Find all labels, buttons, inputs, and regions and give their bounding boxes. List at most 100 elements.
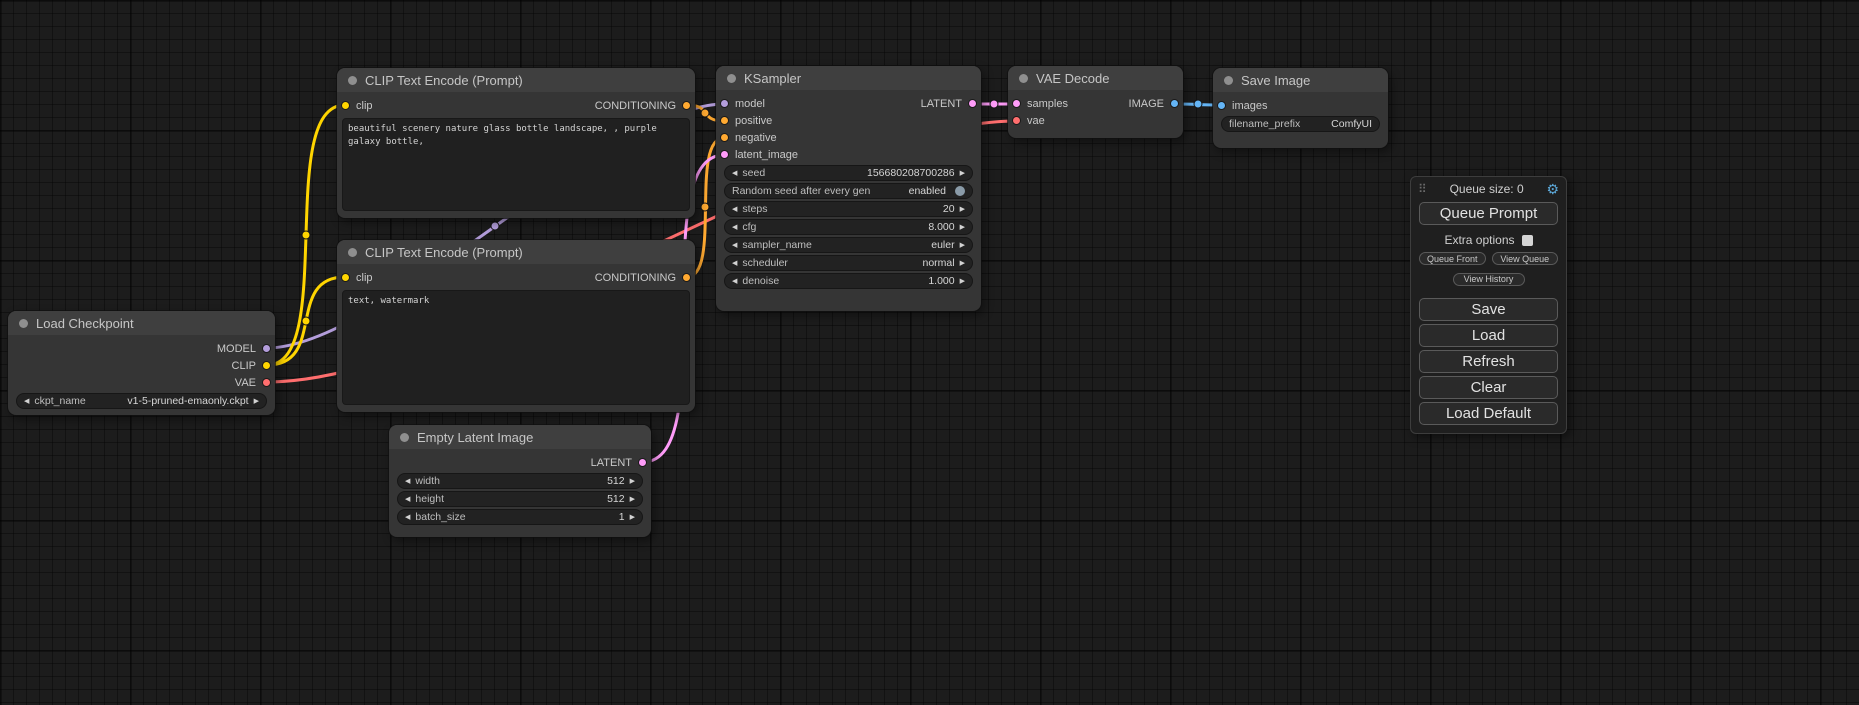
- collapse-dot-icon[interactable]: [1019, 74, 1028, 83]
- input-slot-clip[interactable]: [341, 273, 350, 282]
- extra-options-row: Extra options: [1411, 233, 1566, 247]
- output-slot-vae[interactable]: [262, 378, 271, 387]
- decrement-arrow-icon[interactable]: ◀: [732, 224, 737, 231]
- steps-widget[interactable]: ◀ steps 20 ▶: [724, 201, 973, 217]
- increment-arrow-icon[interactable]: ▶: [960, 206, 965, 213]
- node-title-bar[interactable]: VAE Decode: [1008, 66, 1183, 90]
- prompt-textarea[interactable]: text, watermark: [342, 290, 690, 405]
- slot-row-positive: positive: [716, 112, 981, 129]
- collapse-dot-icon[interactable]: [348, 248, 357, 257]
- node-title: Load Checkpoint: [36, 316, 134, 331]
- widget-label: batch_size: [415, 511, 465, 523]
- scheduler-widget[interactable]: ◀ scheduler normal ▶: [724, 255, 973, 271]
- collapse-dot-icon[interactable]: [727, 74, 736, 83]
- drag-handle-icon[interactable]: ⠿: [1418, 182, 1427, 196]
- toggle-dot-icon[interactable]: [955, 186, 965, 196]
- decrement-arrow-icon[interactable]: ◀: [732, 242, 737, 249]
- input-slot-vae[interactable]: [1012, 116, 1021, 125]
- node-save-image[interactable]: Save Image images filename_prefix ComfyU…: [1213, 68, 1388, 148]
- load-button[interactable]: Load: [1419, 324, 1558, 347]
- clear-button[interactable]: Clear: [1419, 376, 1558, 399]
- collapse-dot-icon[interactable]: [348, 76, 357, 85]
- decrement-arrow-icon[interactable]: ◀: [732, 170, 737, 177]
- cfg-widget[interactable]: ◀ cfg 8.000 ▶: [724, 219, 973, 235]
- input-slot-positive[interactable]: [720, 116, 729, 125]
- increment-arrow-icon[interactable]: ▶: [630, 496, 635, 503]
- decrement-arrow-icon[interactable]: ◀: [405, 496, 410, 503]
- increment-arrow-icon[interactable]: ▶: [960, 242, 965, 249]
- view-history-button[interactable]: View History: [1453, 273, 1525, 286]
- output-slot-latent[interactable]: [968, 99, 977, 108]
- collapse-dot-icon[interactable]: [19, 319, 28, 328]
- decrement-arrow-icon[interactable]: ◀: [24, 398, 29, 405]
- ckpt-name-widget[interactable]: ◀ ckpt_name v1-5-pruned-emaonly.ckpt ▶: [16, 393, 267, 409]
- increment-arrow-icon[interactable]: ▶: [630, 514, 635, 521]
- input-label: negative: [735, 132, 777, 144]
- collapse-dot-icon[interactable]: [1224, 76, 1233, 85]
- increment-arrow-icon[interactable]: ▶: [630, 478, 635, 485]
- node-title-bar[interactable]: Load Checkpoint: [8, 311, 275, 335]
- node-title-bar[interactable]: CLIP Text Encode (Prompt): [337, 240, 695, 264]
- random-seed-widget[interactable]: Random seed after every gen enabled: [724, 183, 973, 199]
- node-canvas[interactable]: Load Checkpoint MODEL CLIP VAE ◀ ckpt_na…: [0, 0, 1859, 705]
- node-empty-latent-image[interactable]: Empty Latent Image LATENT ◀ width 512 ▶ …: [389, 425, 651, 537]
- input-slot-negative[interactable]: [720, 133, 729, 142]
- height-widget[interactable]: ◀ height 512 ▶: [397, 491, 643, 507]
- node-title-bar[interactable]: KSampler: [716, 66, 981, 90]
- load-default-button[interactable]: Load Default: [1419, 402, 1558, 425]
- save-button[interactable]: Save: [1419, 298, 1558, 321]
- node-title-bar[interactable]: Empty Latent Image: [389, 425, 651, 449]
- output-slot-conditioning[interactable]: [682, 273, 691, 282]
- node-load-checkpoint[interactable]: Load Checkpoint MODEL CLIP VAE ◀ ckpt_na…: [8, 311, 275, 415]
- width-widget[interactable]: ◀ width 512 ▶: [397, 473, 643, 489]
- input-slot-model[interactable]: [720, 99, 729, 108]
- denoise-widget[interactable]: ◀ denoise 1.000 ▶: [724, 273, 973, 289]
- input-slot-samples[interactable]: [1012, 99, 1021, 108]
- output-slot-latent[interactable]: [638, 458, 647, 467]
- increment-arrow-icon[interactable]: ▶: [960, 224, 965, 231]
- output-slot-model[interactable]: [262, 344, 271, 353]
- widget-value: euler: [931, 239, 954, 251]
- widget-label: denoise: [742, 275, 779, 287]
- sampler-name-widget[interactable]: ◀ sampler_name euler ▶: [724, 237, 973, 253]
- decrement-arrow-icon[interactable]: ◀: [732, 278, 737, 285]
- node-clip-text-encode-negative[interactable]: CLIP Text Encode (Prompt) clip CONDITION…: [337, 240, 695, 412]
- decrement-arrow-icon[interactable]: ◀: [732, 206, 737, 213]
- refresh-button[interactable]: Refresh: [1419, 350, 1558, 373]
- link-dot-conditioning-positive: [701, 109, 709, 117]
- decrement-arrow-icon[interactable]: ◀: [732, 260, 737, 267]
- output-slot-clip[interactable]: [262, 361, 271, 370]
- filename-prefix-widget[interactable]: filename_prefix ComfyUI: [1221, 116, 1380, 132]
- collapse-dot-icon[interactable]: [400, 433, 409, 442]
- widget-value: 1: [619, 511, 625, 523]
- widget-value: 1.000: [928, 275, 954, 287]
- extra-options-checkbox[interactable]: [1522, 235, 1533, 246]
- gear-icon[interactable]: ⚙: [1546, 182, 1559, 196]
- prompt-textarea[interactable]: beautiful scenery nature glass bottle la…: [342, 118, 690, 211]
- node-ksampler[interactable]: KSampler model LATENT positive negative …: [716, 66, 981, 311]
- decrement-arrow-icon[interactable]: ◀: [405, 514, 410, 521]
- output-slot-conditioning[interactable]: [682, 101, 691, 110]
- input-label: clip: [356, 100, 373, 112]
- output-label: LATENT: [591, 457, 632, 469]
- node-title-bar[interactable]: Save Image: [1213, 68, 1388, 92]
- decrement-arrow-icon[interactable]: ◀: [405, 478, 410, 485]
- input-slot-images[interactable]: [1217, 101, 1226, 110]
- input-slot-clip[interactable]: [341, 101, 350, 110]
- node-vae-decode[interactable]: VAE Decode samples IMAGE vae: [1008, 66, 1183, 138]
- increment-arrow-icon[interactable]: ▶: [960, 278, 965, 285]
- queue-front-button[interactable]: Queue Front: [1419, 252, 1486, 265]
- increment-arrow-icon[interactable]: ▶: [960, 260, 965, 267]
- increment-arrow-icon[interactable]: ▶: [254, 398, 259, 405]
- increment-arrow-icon[interactable]: ▶: [960, 170, 965, 177]
- queue-prompt-button[interactable]: Queue Prompt: [1419, 202, 1558, 225]
- output-slot-image[interactable]: [1170, 99, 1179, 108]
- widget-label: sampler_name: [742, 239, 811, 251]
- output-label: CLIP: [232, 360, 256, 372]
- node-clip-text-encode-positive[interactable]: CLIP Text Encode (Prompt) clip CONDITION…: [337, 68, 695, 218]
- input-slot-latent-image[interactable]: [720, 150, 729, 159]
- view-queue-button[interactable]: View Queue: [1492, 252, 1559, 265]
- node-title-bar[interactable]: CLIP Text Encode (Prompt): [337, 68, 695, 92]
- batch-size-widget[interactable]: ◀ batch_size 1 ▶: [397, 509, 643, 525]
- seed-widget[interactable]: ◀ seed 156680208700286 ▶: [724, 165, 973, 181]
